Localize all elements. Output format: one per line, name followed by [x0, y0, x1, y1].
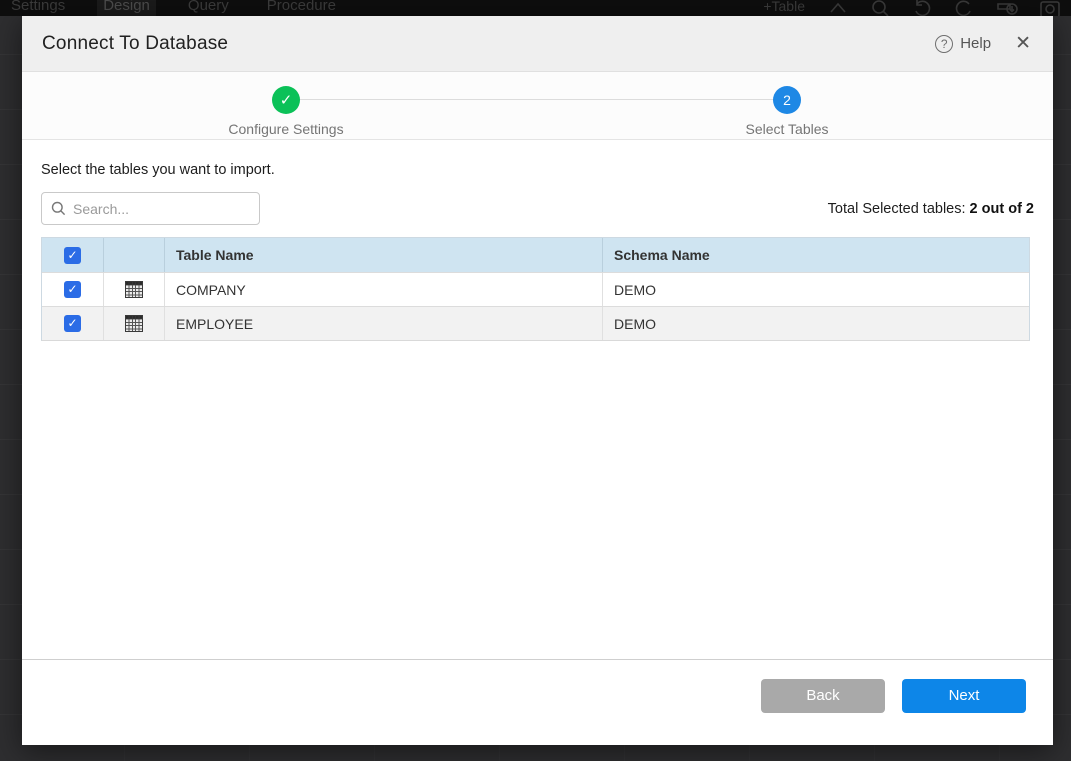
- search-box[interactable]: [41, 192, 260, 225]
- header-checkbox-cell: ✓: [42, 238, 104, 272]
- tab-design[interactable]: Design: [97, 0, 156, 16]
- step-configure-settings: ✓ Configure Settings: [186, 86, 386, 137]
- select-all-checkbox[interactable]: ✓: [64, 247, 81, 264]
- step1-label: Configure Settings: [186, 121, 386, 137]
- camera-icon[interactable]: [1039, 0, 1057, 16]
- export-icon[interactable]: [997, 0, 1015, 16]
- search-input[interactable]: [73, 201, 250, 217]
- grid-header-row: ✓ Table Name Schema Name: [42, 238, 1029, 272]
- topbar-actions: +Table: [763, 0, 1071, 16]
- header-icon-cell: [104, 238, 165, 272]
- close-icon[interactable]: ✕: [1005, 30, 1035, 57]
- instruction-text: Select the tables you want to import.: [41, 162, 1034, 178]
- header-table-name: Table Name: [165, 238, 603, 272]
- row-table-name: EMPLOYEE: [165, 307, 603, 340]
- row-icon-cell: [104, 307, 165, 340]
- header-schema-name: Schema Name: [603, 238, 1029, 272]
- search-icon: [51, 201, 66, 216]
- undo-icon[interactable]: [913, 0, 931, 16]
- dialog-header: Connect To Database ? Help ✕: [22, 16, 1053, 72]
- row-checkbox[interactable]: ✓: [64, 281, 81, 298]
- question-mark-icon: ?: [935, 35, 953, 53]
- step2-number-badge: 2: [773, 86, 801, 114]
- tab-query[interactable]: Query: [182, 0, 235, 16]
- row-checkbox-cell: ✓: [42, 273, 104, 306]
- tools-row: Total Selected tables: 2 out of 2: [41, 192, 1034, 225]
- app-topbar: Settings Design Query Procedure +Table: [0, 0, 1071, 16]
- step-select-tables: 2 Select Tables: [687, 86, 887, 137]
- add-table-button[interactable]: +Table: [763, 0, 805, 16]
- topbar-tabs: Settings Design Query Procedure: [0, 0, 342, 16]
- tab-procedure[interactable]: Procedure: [261, 0, 342, 16]
- redo-icon[interactable]: [955, 0, 973, 16]
- total-selected-value: 2 out of 2: [970, 201, 1034, 217]
- row-checkbox[interactable]: ✓: [64, 315, 81, 332]
- row-checkbox-cell: ✓: [42, 307, 104, 340]
- dialog-footer: Back Next: [22, 659, 1053, 745]
- dialog-title: Connect To Database: [42, 33, 228, 55]
- tab-settings[interactable]: Settings: [5, 0, 71, 16]
- step1-complete-check-icon: ✓: [272, 86, 300, 114]
- wizard-stepper: ✓ Configure Settings 2 Select Tables: [22, 72, 1053, 140]
- row-schema-name: DEMO: [603, 273, 1029, 306]
- dialog-content: Select the tables you want to import. To…: [22, 140, 1053, 659]
- row-icon-cell: [104, 273, 165, 306]
- total-selected-text: Total Selected tables: 2 out of 2: [828, 201, 1034, 217]
- row-schema-name: DEMO: [603, 307, 1029, 340]
- collapse-icon[interactable]: [829, 0, 847, 16]
- total-selected-label: Total Selected tables:: [828, 201, 970, 217]
- table-row[interactable]: ✓ COMPANY DEMO: [42, 272, 1029, 306]
- tables-grid: ✓ Table Name Schema Name ✓ COMPANY DEMO …: [41, 237, 1030, 341]
- step2-label: Select Tables: [687, 121, 887, 137]
- help-button[interactable]: ? Help: [935, 35, 991, 53]
- dialog-header-actions: ? Help ✕: [935, 30, 1035, 57]
- help-label: Help: [960, 35, 991, 52]
- table-grid-icon: [125, 281, 143, 298]
- row-table-name: COMPANY: [165, 273, 603, 306]
- table-grid-icon: [125, 315, 143, 332]
- connect-to-database-dialog: Connect To Database ? Help ✕ ✓ Configure…: [22, 16, 1053, 745]
- next-button[interactable]: Next: [902, 679, 1026, 713]
- search-icon[interactable]: [871, 0, 889, 16]
- back-button[interactable]: Back: [761, 679, 885, 713]
- table-row[interactable]: ✓ EMPLOYEE DEMO: [42, 306, 1029, 340]
